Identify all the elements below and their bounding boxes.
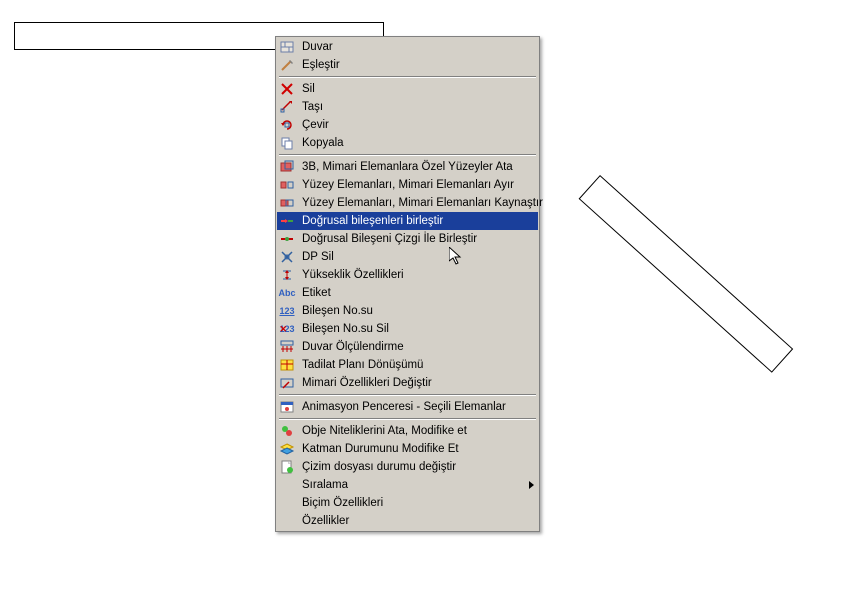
wall-icon [279,39,295,55]
menu-item-label: Çevir [302,119,534,131]
height-properties-icon [279,267,295,283]
menu-item-eslestir[interactable]: Eşleştir [277,56,538,74]
rotate-icon [279,117,295,133]
menu-item-cizim-dosyasi[interactable]: Çizim dosyası durumu değiştir [277,458,538,476]
menu-item-yuzey-kaynastir[interactable]: Yüzey Elemanları, Mimari Elemanları Kayn… [277,194,538,212]
menu-item-label: Mimari Özellikleri Değiştir [302,377,534,389]
menu-item-cevir[interactable]: Çevir [277,116,538,134]
menu-item-yukseklik-ozellikleri[interactable]: Yükseklik Özellikleri [277,266,538,284]
merge-line-icon [279,231,295,247]
menu-item-label: Eşleştir [302,59,534,71]
menu-item-siralama[interactable]: Sıralama [277,476,538,494]
delete-icon [279,81,295,97]
renovation-plan-icon [279,357,295,373]
menu-item-label: Yüzey Elemanları, Mimari Elemanları Kayn… [302,197,543,209]
menu-item-label: Çizim dosyası durumu değiştir [302,461,534,473]
object-attributes-icon [279,423,295,439]
menu-item-label: Özellikler [302,515,534,527]
menu-item-tadilat-plani[interactable]: Tadilat Planı Dönüşümü [277,356,538,374]
component-number-delete-icon: ✕123 [279,321,295,337]
blank-icon [279,495,295,511]
menu-item-label: Sil [302,83,534,95]
menu-item-mimari-ozellikleri[interactable]: Mimari Özellikleri Değiştir [277,374,538,392]
surface-merge-icon [279,195,295,211]
drawing-file-icon [279,459,295,475]
menu-item-dp-sil[interactable]: DP Sil [277,248,538,266]
menu-item-label: Kopyala [302,137,534,149]
move-icon [279,99,295,115]
context-menu: Duvar Eşleştir Sil Taşı Çevir Kopyala [275,36,540,532]
menu-item-obje-nitelikleri[interactable]: Obje Niteliklerini Ata, Modifike et [277,422,538,440]
menu-item-label: Doğrusal Bileşeni Çizgi İle Birleştir [302,233,534,245]
submenu-arrow-icon [529,481,534,489]
menu-item-tasi[interactable]: Taşı [277,98,538,116]
menu-item-yuzey-ayir[interactable]: Yüzey Elemanları, Mimari Elemanları Ayır [277,176,538,194]
blank-icon [279,513,295,529]
menu-item-label: Biçim Özellikleri [302,497,534,509]
arch-properties-icon [279,375,295,391]
copy-icon [279,135,295,151]
menu-item-label: Yüzey Elemanları, Mimari Elemanları Ayır [302,179,534,191]
surface-assign-icon [279,159,295,175]
menu-item-dogrusal-cizgi-birlestir[interactable]: Doğrusal Bileşeni Çizgi İle Birleştir [277,230,538,248]
merge-linear-icon [279,213,295,229]
menu-item-label: Yükseklik Özellikleri [302,269,534,281]
menu-item-animasyon-penceresi[interactable]: Animasyon Penceresi - Seçili Elemanlar [277,398,538,416]
menu-item-ozellikler[interactable]: Özellikler [277,512,538,530]
animation-window-icon [279,399,295,415]
component-number-icon: 123 [279,303,295,319]
menu-item-bicim-ozellikleri[interactable]: Biçim Özellikleri [277,494,538,512]
layer-state-icon [279,441,295,457]
menu-item-bilesen-nosu[interactable]: 123 Bileşen No.su [277,302,538,320]
menu-item-dogrusal-birlestir[interactable]: Doğrusal bileşenleri birleştir [277,212,538,230]
menu-item-label: Animasyon Penceresi - Seçili Elemanlar [302,401,534,413]
menu-item-kopyala[interactable]: Kopyala [277,134,538,152]
menu-item-label: Etiket [302,287,534,299]
menu-item-sil[interactable]: Sil [277,80,538,98]
menu-item-label: DP Sil [302,251,534,263]
menu-item-katman-durumu[interactable]: Katman Durumunu Modifike Et [277,440,538,458]
menu-item-label: Bileşen No.su [302,305,534,317]
menu-item-label: Doğrusal bileşenleri birleştir [302,215,534,227]
menu-item-label: Tadilat Planı Dönüşümü [302,359,534,371]
surface-separate-icon [279,177,295,193]
menu-item-label: Duvar [302,41,534,53]
menu-item-label: 3B, Mimari Elemanlara Özel Yüzeyler Ata [302,161,534,173]
blank-icon [279,477,295,493]
menu-item-label: Obje Niteliklerini Ata, Modifike et [302,425,534,437]
menu-item-bilesen-nosu-sil[interactable]: ✕123 Bileşen No.su Sil [277,320,538,338]
menu-item-etiket[interactable]: Abc Etiket [277,284,538,302]
menu-item-duvar[interactable]: Duvar [277,38,538,56]
selection-rectangle-right [579,175,794,373]
menu-item-label: Bileşen No.su Sil [302,323,534,335]
brush-icon [279,57,295,73]
wall-dimension-icon [279,339,295,355]
menu-item-3b-mimari-yuzeyler[interactable]: 3B, Mimari Elemanlara Özel Yüzeyler Ata [277,158,538,176]
label-icon: Abc [279,285,295,301]
menu-item-duvar-olculendirme[interactable]: Duvar Ölçülendirme [277,338,538,356]
menu-item-label: Duvar Ölçülendirme [302,341,534,353]
dp-delete-icon [279,249,295,265]
menu-item-label: Taşı [302,101,534,113]
menu-item-label: Sıralama [302,479,525,491]
menu-item-label: Katman Durumunu Modifike Et [302,443,534,455]
